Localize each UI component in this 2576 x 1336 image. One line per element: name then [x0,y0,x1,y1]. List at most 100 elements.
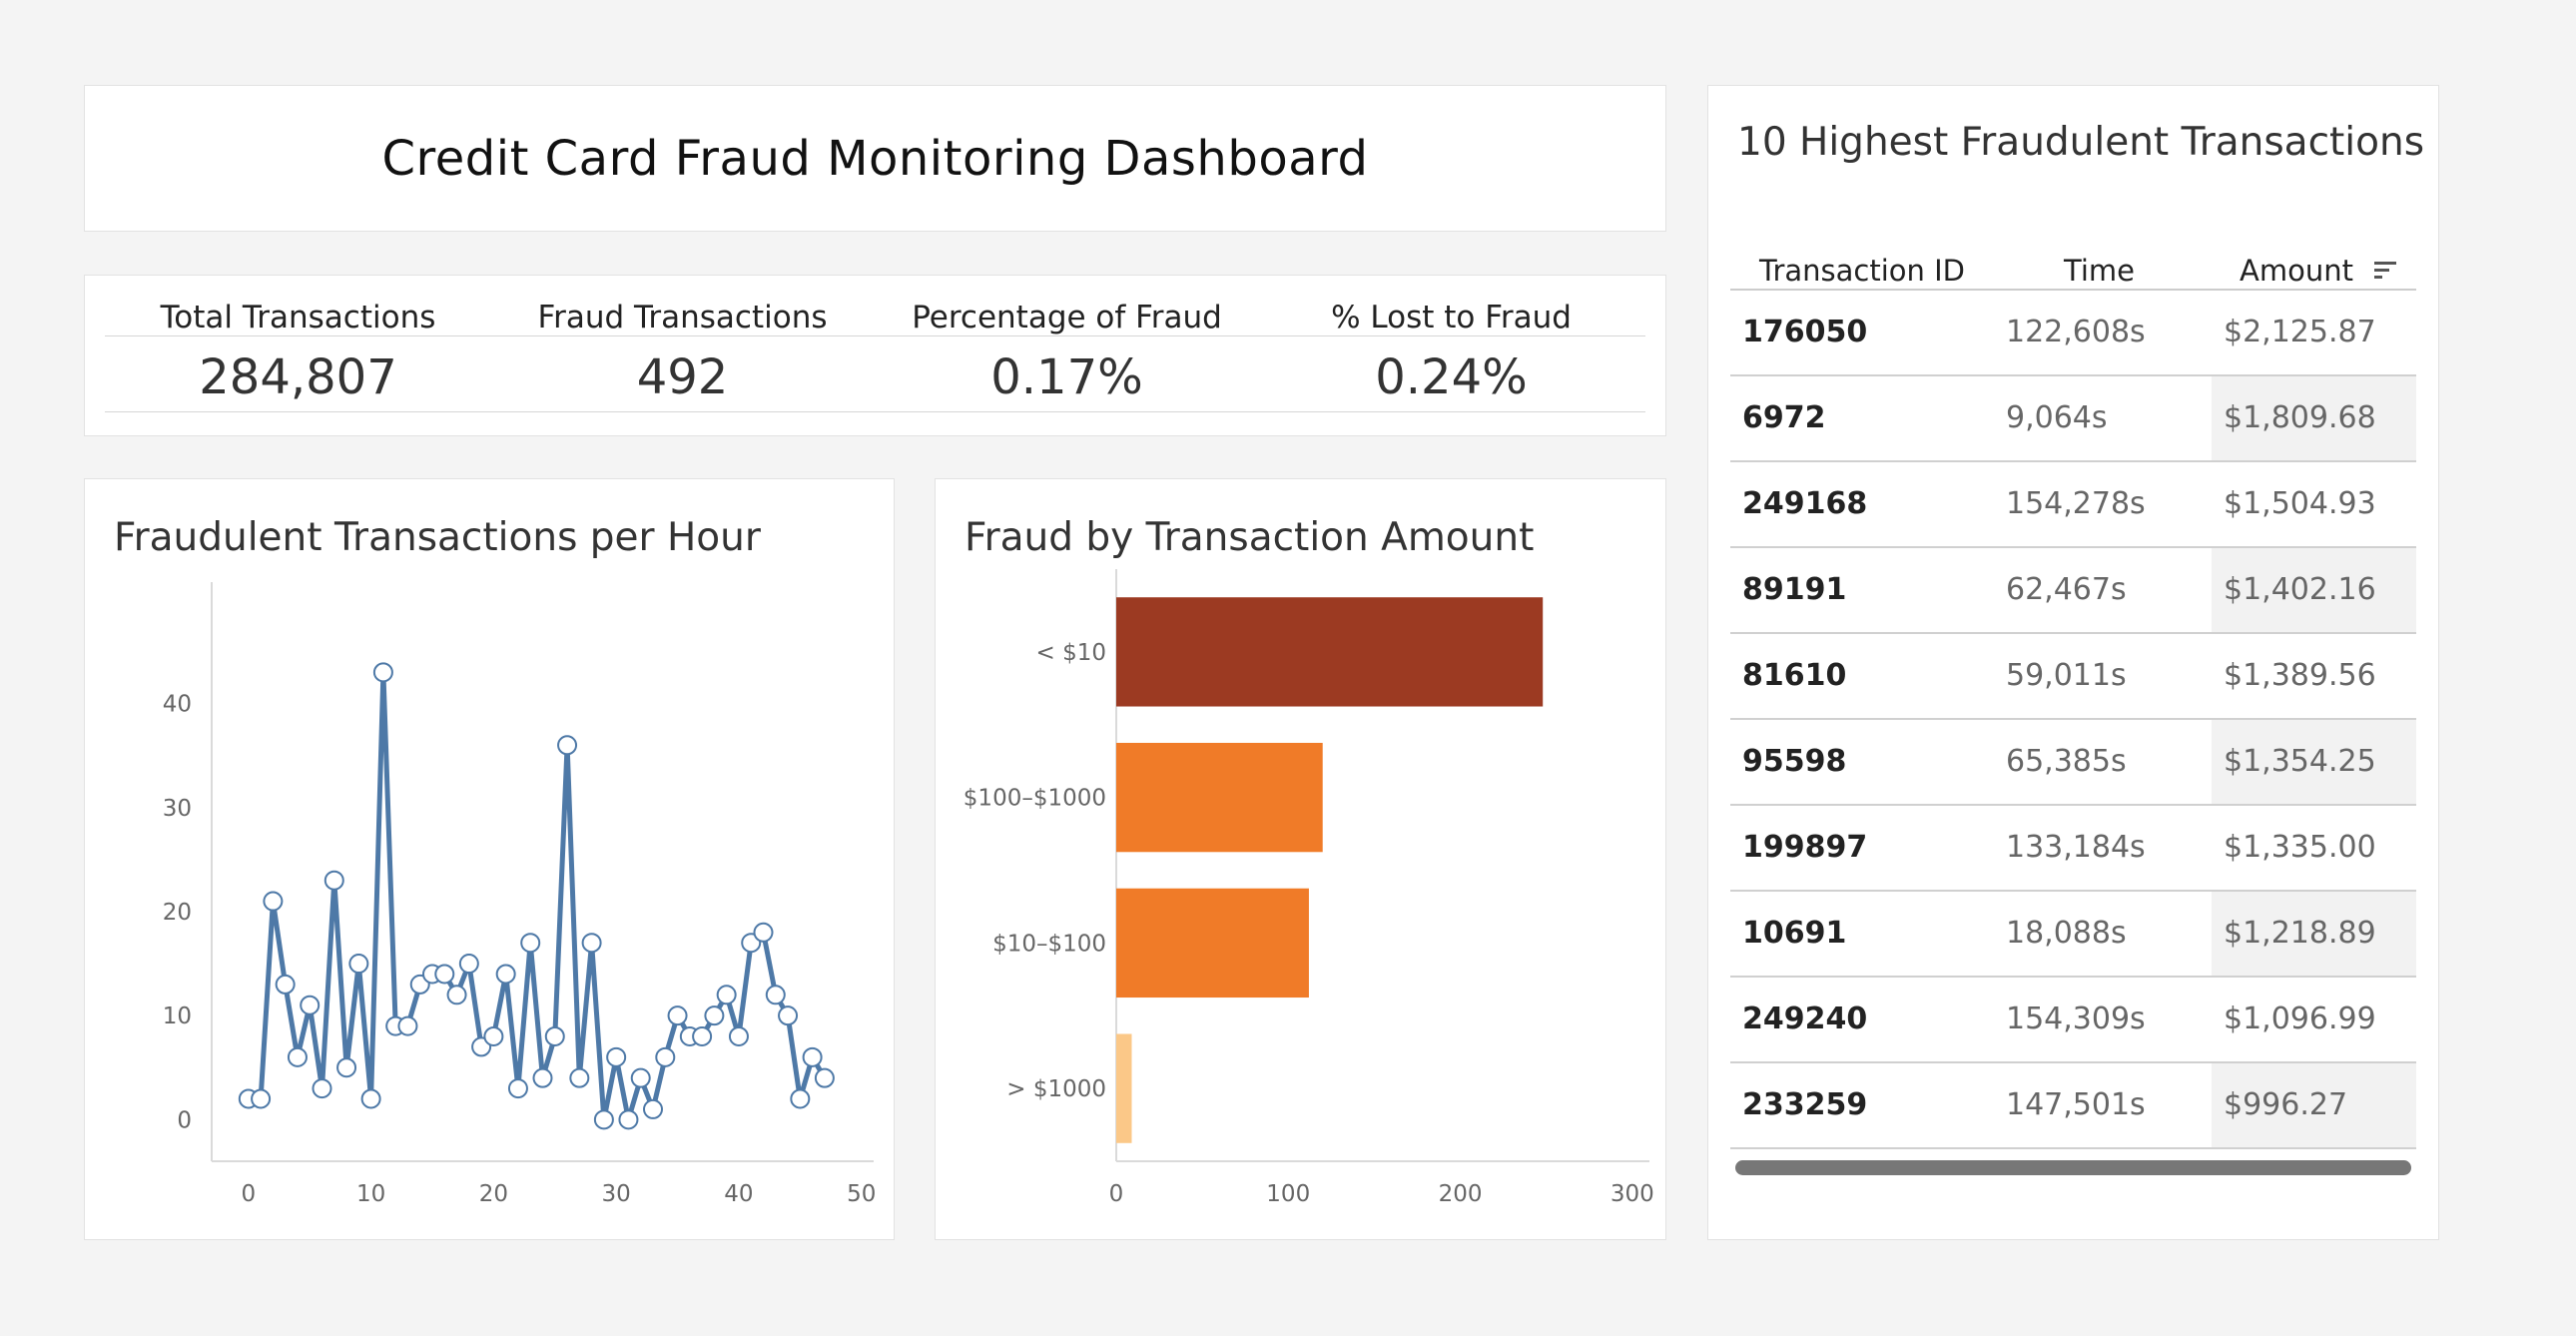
amount-cell: $1,354.25 [2212,720,2416,804]
data-point [336,1057,357,1078]
data-point [606,1046,627,1067]
table-row[interactable]: 249168 154,278s $1,504.93 [1730,462,2416,548]
top-fraud-table-panel: 10 Highest Fraudulent Transactions Trans… [1707,85,2439,1240]
data-point [753,922,774,943]
x-tick-label: 40 [724,1181,753,1207]
data-point [716,985,737,1005]
kpi-value: 0.17% [990,349,1143,405]
data-point [312,1078,332,1099]
x-tick-label: 20 [479,1181,508,1207]
amount-cell: $2,125.87 [2224,315,2376,349]
data-point [655,1046,676,1067]
time-cell: 18,088s [2006,916,2127,951]
time-cell: 154,309s [2006,1002,2146,1036]
x-tick-label: 300 [1610,1181,1654,1207]
line-chart[interactable]: 0 10 20 30 40 0 10 20 30 40 50 [85,479,896,1241]
data-point [667,1005,688,1026]
data-point [630,1067,651,1088]
data-point [251,1088,272,1109]
kpi-label: Fraud Transactions [537,300,828,335]
amount-cell: $1,389.56 [2224,658,2376,693]
amount-cell: $1,504.93 [2224,486,2376,521]
data-point [765,985,786,1005]
transaction-id-cell: 95598 [1742,744,1847,779]
time-cell: 154,278s [2006,486,2146,521]
transaction-id-cell: 233259 [1742,1087,1868,1122]
data-point [434,964,455,985]
data-point [802,1046,823,1067]
kpi-value: 284,807 [199,349,397,405]
data-point [507,1078,528,1099]
bar [1116,597,1544,707]
table-row[interactable]: 233259 147,501s $996.27 [1730,1063,2416,1149]
data-point [532,1067,553,1088]
table-row[interactable]: 95598 65,385s $1,354.25 [1730,720,2416,806]
horizontal-scrollbar[interactable] [1735,1160,2411,1175]
data-point [458,954,479,975]
bar [1116,742,1323,853]
data-point [300,995,321,1015]
kpi-divider [105,411,1645,412]
amount-cell: $1,218.89 [2212,892,2416,976]
time-cell: 65,385s [2006,744,2127,779]
time-cell: 9,064s [2006,400,2108,435]
data-point [348,954,369,975]
data-point [704,1005,725,1026]
kpi-total-transactions: Total Transactions 284,807 [106,298,490,405]
table-row[interactable]: 176050 122,608s $2,125.87 [1730,291,2416,376]
time-cell: 122,608s [2006,315,2146,349]
transaction-id-cell: 10691 [1742,916,1847,951]
transaction-id-cell: 249168 [1742,486,1868,521]
amount-cell: $1,335.00 [2224,830,2376,865]
column-header-transaction-id[interactable]: Transaction ID [1759,251,1965,291]
dashboard-title: Credit Card Fraud Monitoring Dashboard [381,130,1369,187]
transaction-id-cell: 199897 [1742,830,1868,865]
table-title: 10 Highest Fraudulent Transactions [1737,120,2425,165]
data-point [360,1088,381,1109]
x-tick-label: 200 [1439,1181,1483,1207]
sort-descending-icon[interactable] [2374,262,2396,280]
kpi-label: % Lost to Fraud [1331,300,1572,335]
data-point [728,1025,749,1046]
time-cell: 147,501s [2006,1087,2146,1122]
time-cell: 62,467s [2006,572,2127,607]
x-tick-label: 30 [602,1181,631,1207]
data-point [778,1005,799,1026]
data-point [495,964,516,985]
data-point [323,870,344,891]
data-point [557,735,578,756]
table-row[interactable]: 249240 154,309s $1,096.99 [1730,978,2416,1063]
kpi-label: Total Transactions [160,300,436,335]
dashboard-title-panel: Credit Card Fraud Monitoring Dashboard [84,85,1666,232]
amount-cell: $1,096.99 [2224,1002,2376,1036]
data-point [275,974,296,995]
table-row[interactable]: 81610 59,011s $1,389.56 [1730,634,2416,720]
y-tick-label: 30 [163,796,192,822]
data-point [483,1025,504,1046]
kpi-value: 0.24% [1375,349,1528,405]
category-label: $10–$100 [992,931,1106,957]
data-point [569,1067,590,1088]
bar-chart[interactable]: < $10 $100–$1000 $10–$100 > $1000 0 100 200 300 [936,479,1667,1241]
amount-cell: $1,809.68 [2212,376,2416,460]
table-row[interactable]: 199897 133,184s $1,335.00 [1730,806,2416,892]
column-header-amount[interactable]: Amount [2240,251,2353,291]
table-row[interactable]: 6972 9,064s $1,809.68 [1730,376,2416,462]
time-cell: 133,184s [2006,830,2146,865]
x-tick-label: 0 [242,1181,257,1207]
data-point [790,1088,811,1109]
bar [1116,1033,1132,1143]
data-point [446,985,467,1005]
x-tick-label: 50 [847,1181,876,1207]
data-point [593,1109,614,1130]
data-point [581,933,602,954]
y-tick-label: 20 [163,900,192,926]
column-header-time[interactable]: Time [2064,251,2135,291]
data-point [618,1109,639,1130]
table-row[interactable]: 89191 62,467s $1,402.16 [1730,548,2416,634]
time-cell: 59,011s [2006,658,2127,693]
transaction-id-cell: 249240 [1742,1002,1868,1036]
data-point [814,1067,835,1088]
table-row[interactable]: 10691 18,088s $1,218.89 [1730,892,2416,978]
category-label: < $10 [1036,640,1106,666]
